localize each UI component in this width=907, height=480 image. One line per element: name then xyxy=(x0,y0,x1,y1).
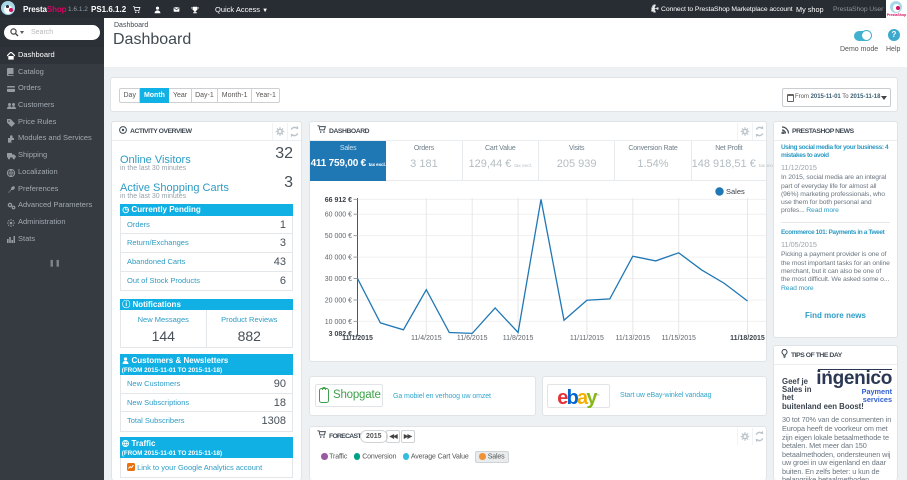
svg-text:20 000 €: 20 000 € xyxy=(325,298,352,305)
svg-text:Sales: Sales xyxy=(726,187,745,196)
svg-text:11/11/2015: 11/11/2015 xyxy=(570,335,604,342)
svg-text:50 000 €: 50 000 € xyxy=(325,233,352,240)
svg-text:40 000 €: 40 000 € xyxy=(325,255,352,262)
svg-text:30 000 €: 30 000 € xyxy=(325,276,352,283)
svg-text:11/4/2015: 11/4/2015 xyxy=(411,335,442,342)
svg-text:11/18/2015: 11/18/2015 xyxy=(730,335,765,342)
svg-text:11/13/2015: 11/13/2015 xyxy=(616,335,651,342)
svg-text:11/8/2015: 11/8/2015 xyxy=(503,335,534,342)
svg-text:11/1/2015: 11/1/2015 xyxy=(342,335,373,342)
svg-text:11/15/2015: 11/15/2015 xyxy=(661,335,696,342)
svg-text:10 000 €: 10 000 € xyxy=(325,319,352,326)
svg-text:66 912 €: 66 912 € xyxy=(325,197,352,204)
svg-text:11/6/2015: 11/6/2015 xyxy=(457,335,488,342)
svg-text:60 000 €: 60 000 € xyxy=(325,212,352,219)
